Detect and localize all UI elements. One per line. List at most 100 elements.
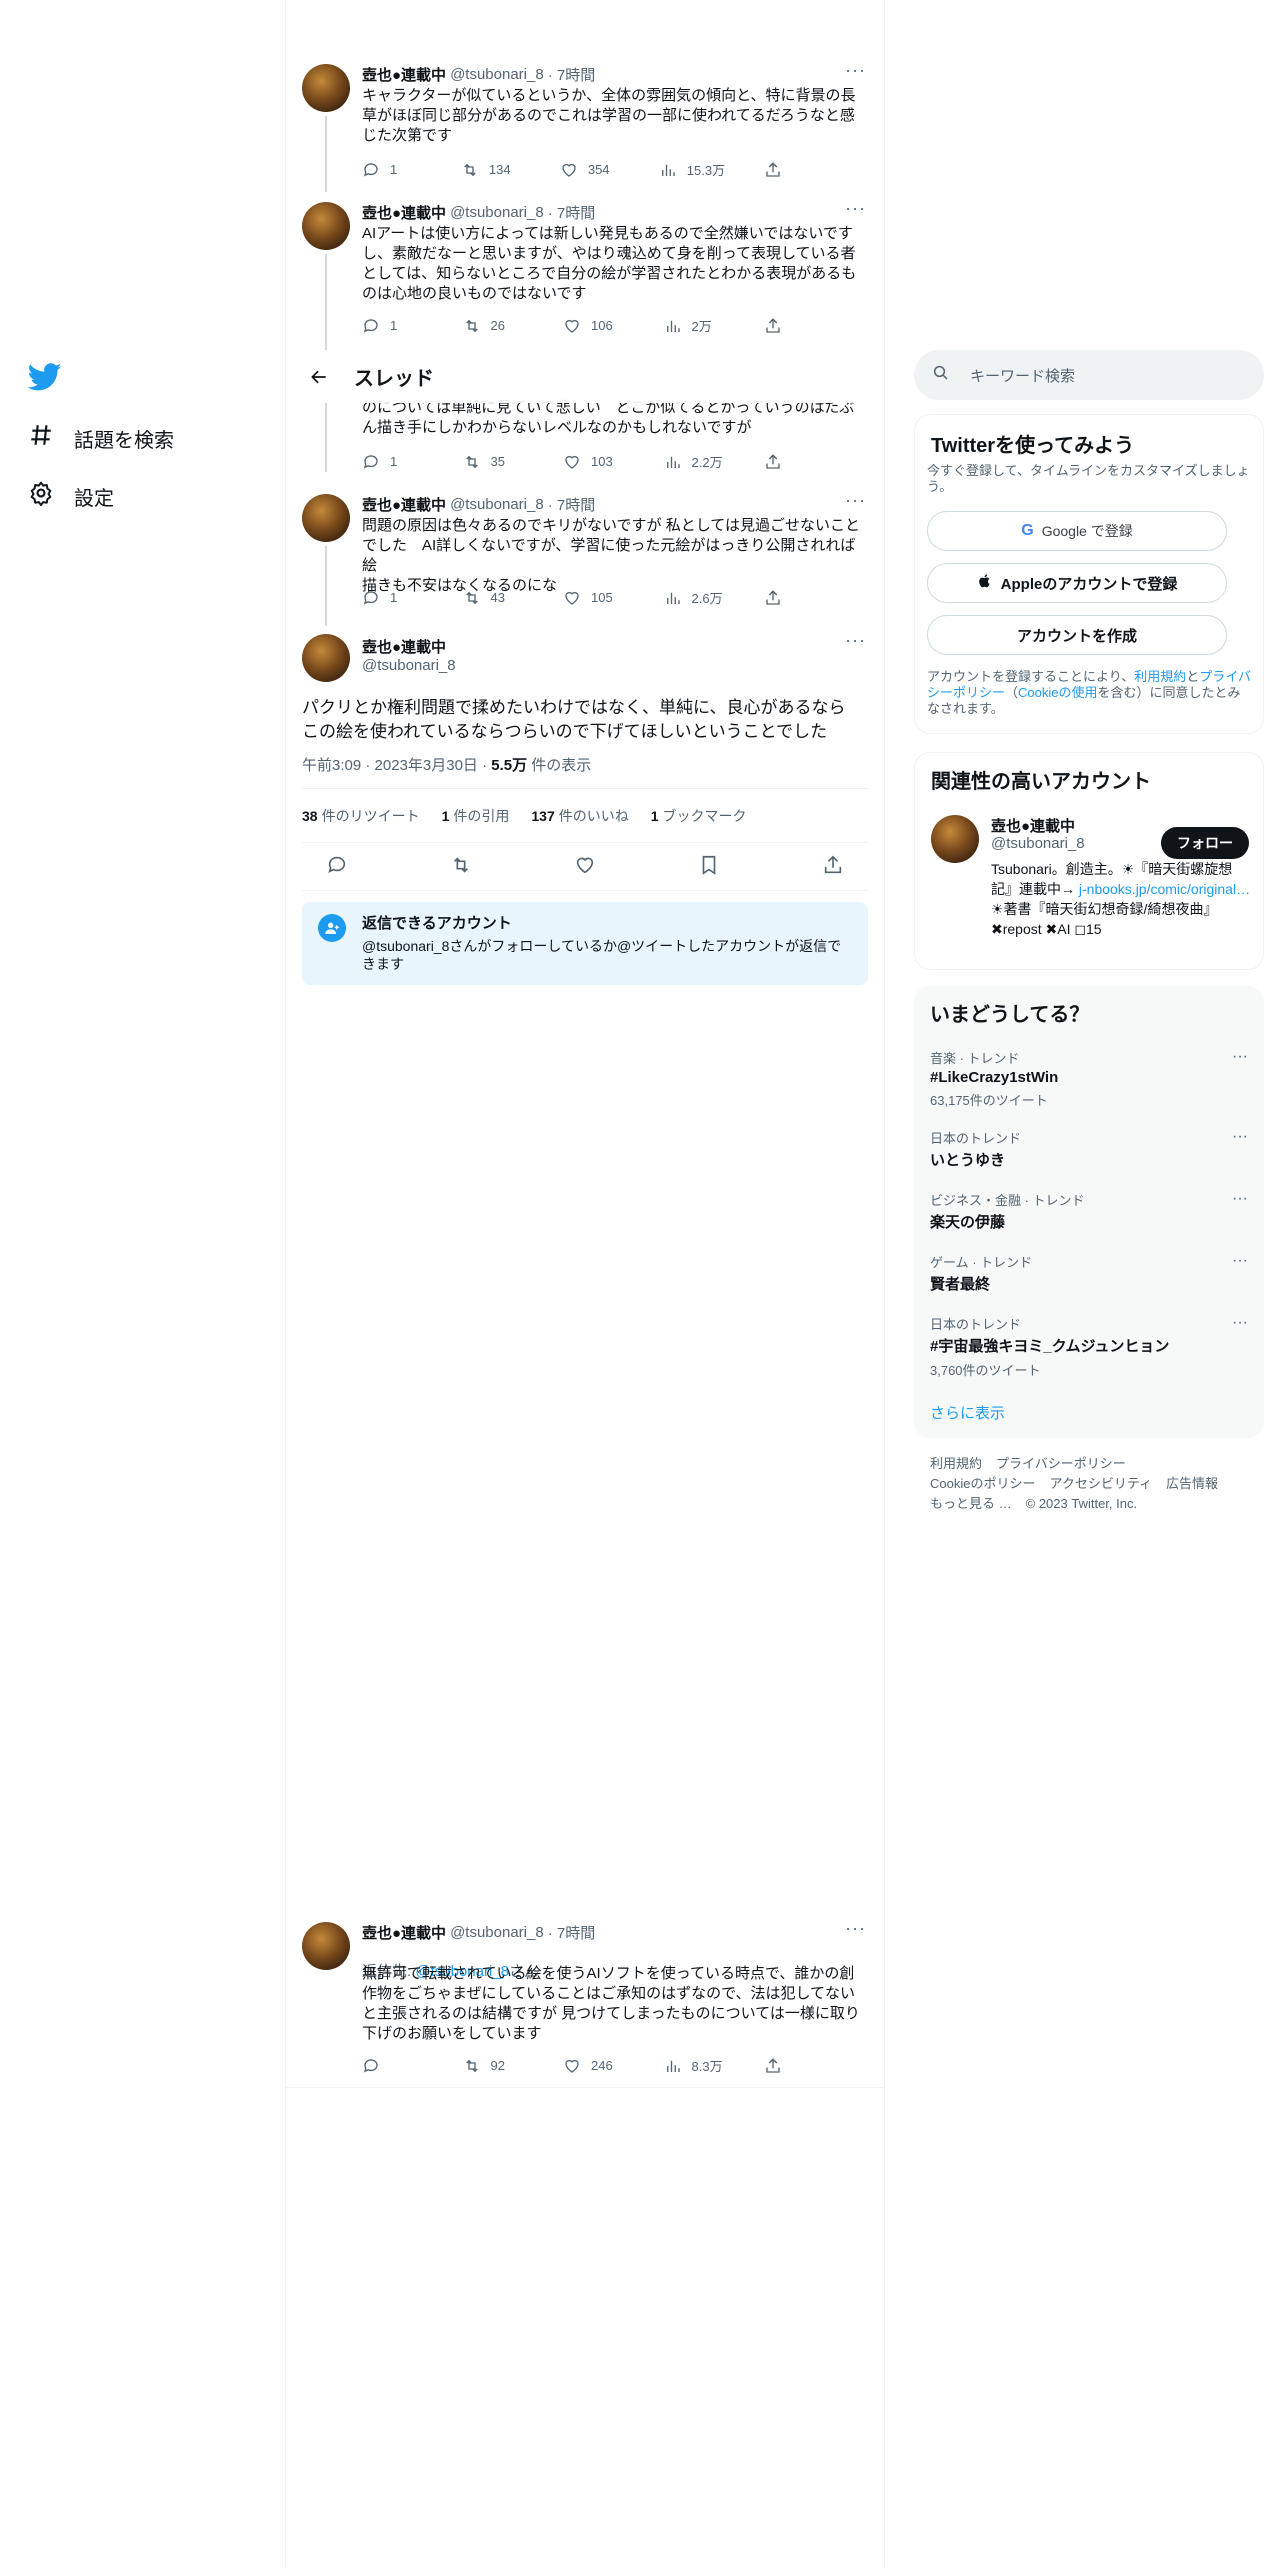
reply-button[interactable]: 1 xyxy=(362,452,422,471)
quote-stat[interactable]: 1 件の引用 xyxy=(442,806,510,826)
more-icon[interactable]: ··· xyxy=(845,490,866,511)
like-button[interactable]: 106 xyxy=(563,316,623,335)
retweet-button[interactable]: 43 xyxy=(463,588,523,607)
thread-tweet-2[interactable]: 壺也●連載中 @tsubonari_8 · 7時間 ··· AIアートは使い方に… xyxy=(286,198,884,350)
trend-item[interactable]: 日本のトレンド #宇宙最強キヨミ_クムジュンヒョン 3,760件のツイート ··… xyxy=(930,1314,1248,1379)
tweet-datetime[interactable]: 午前3:09 · 2023年3月30日 · xyxy=(302,757,491,774)
google-signup-button[interactable]: G Google で登録 xyxy=(927,511,1227,551)
like-button[interactable] xyxy=(574,854,596,881)
retweet-button[interactable]: 26 xyxy=(463,316,523,335)
tweet-time[interactable]: · 7時間 xyxy=(548,202,596,223)
views-button[interactable]: 8.3万 xyxy=(664,2056,724,2075)
views-button[interactable]: 2.6万 xyxy=(664,588,724,607)
like-stat[interactable]: 137 件のいいね xyxy=(531,806,628,826)
reply-button[interactable]: 1 xyxy=(362,588,422,607)
author-handle[interactable]: @tsubonari_8 xyxy=(450,496,544,513)
like-button[interactable]: 354 xyxy=(560,160,620,179)
create-account-button[interactable]: アカウントを作成 xyxy=(927,615,1227,655)
avatar[interactable] xyxy=(302,494,350,542)
trend-item[interactable]: ビジネス・金融 · トレンド 楽天の伊藤 ··· xyxy=(930,1190,1248,1232)
author-name[interactable]: 壺也●連載中 xyxy=(362,64,446,85)
twitter-bird-icon[interactable] xyxy=(27,360,62,394)
footer-terms-link[interactable]: 利用規約 xyxy=(930,1456,982,1471)
related-name[interactable]: 壺也●連載中 xyxy=(991,815,1075,836)
views-button[interactable]: 15.3万 xyxy=(659,160,725,179)
share-icon xyxy=(766,589,780,605)
views-button[interactable]: 2.2万 xyxy=(664,452,724,471)
trend-count: 63,175件のツイート xyxy=(930,1093,1048,1108)
follow-button[interactable]: フォロー xyxy=(1161,827,1249,859)
author-handle[interactable]: @tsubonari_8 xyxy=(450,1924,544,1941)
more-icon[interactable]: ··· xyxy=(1232,1048,1248,1066)
more-icon[interactable]: ··· xyxy=(845,630,866,651)
reply-tweet[interactable]: 壺也●連載中 @tsubonari_8 · 7時間 ··· 返信先: @tsub… xyxy=(286,1918,884,2088)
tweet-time[interactable]: · 7時間 xyxy=(548,1922,596,1943)
hashtag-icon xyxy=(28,422,54,454)
show-more-link[interactable]: さらに表示 xyxy=(930,1402,1005,1423)
share-button[interactable] xyxy=(764,316,824,335)
terms-link[interactable]: 利用規約 xyxy=(1134,669,1186,684)
footer-privacy-link[interactable]: プライバシーポリシー xyxy=(996,1456,1126,1471)
like-button[interactable]: 105 xyxy=(563,588,623,607)
more-icon[interactable]: ··· xyxy=(1232,1314,1248,1332)
trend-item[interactable]: 音楽 · トレンド #LikeCrazy1stWin 63,175件のツイート … xyxy=(930,1048,1248,1109)
trend-item[interactable]: ゲーム · トレンド 賢者最終 ··· xyxy=(930,1252,1248,1294)
share-button[interactable] xyxy=(764,160,824,179)
apple-signup-button[interactable]: Appleのアカウントで登録 xyxy=(927,563,1227,603)
retweet-stat[interactable]: 38 件のリツイート xyxy=(302,806,420,826)
share-button[interactable] xyxy=(822,854,844,881)
avatar[interactable] xyxy=(302,1922,350,1970)
author-handle[interactable]: @tsubonari_8 xyxy=(362,657,456,674)
avatar[interactable] xyxy=(931,815,979,863)
views-button[interactable]: 2万 xyxy=(664,316,724,335)
retweet-button[interactable]: 134 xyxy=(461,160,521,179)
retweet-button[interactable]: 92 xyxy=(463,2056,523,2075)
thread-tweet-3[interactable]: のについては単純に見ていて悲しい どこが似てるとかっていうのはたぶ ん描き手にし… xyxy=(286,398,884,472)
avatar[interactable] xyxy=(302,634,350,682)
back-arrow-icon[interactable] xyxy=(302,360,336,394)
cookie-link[interactable]: Cookieの使用 xyxy=(1018,685,1097,700)
author-name[interactable]: 壺也●連載中 xyxy=(362,494,446,515)
bookmark-button[interactable] xyxy=(698,854,720,881)
footer-cookie-link[interactable]: Cookieのポリシー xyxy=(930,1476,1035,1491)
more-icon[interactable]: ··· xyxy=(1232,1190,1248,1208)
bio-link[interactable]: j-nbooks.jp/comic/original… xyxy=(1079,881,1250,897)
share-button[interactable] xyxy=(764,2056,824,2075)
retweet-button[interactable]: 35 xyxy=(463,452,523,471)
author-name[interactable]: 壺也●連載中 xyxy=(362,1922,446,1943)
retweet-button[interactable] xyxy=(450,854,472,881)
avatar[interactable] xyxy=(302,64,350,112)
author-handle[interactable]: @tsubonari_8 xyxy=(450,204,544,221)
author-handle[interactable]: @tsubonari_8 xyxy=(450,66,544,83)
footer-ads-link[interactable]: 広告情報 xyxy=(1166,1476,1218,1491)
nav-settings[interactable]: 設定 xyxy=(28,480,114,512)
thread-tweet-1[interactable]: 壺也●連載中 @tsubonari_8 · 7時間 ··· キャラクターが似てい… xyxy=(286,60,884,192)
like-button[interactable]: 103 xyxy=(563,452,623,471)
author-name[interactable]: 壺也●連載中 xyxy=(362,636,446,657)
reply-button[interactable]: 1 xyxy=(362,160,422,179)
more-icon[interactable]: ··· xyxy=(845,198,866,219)
more-icon[interactable]: ··· xyxy=(845,60,866,81)
tweet-time[interactable]: · 7時間 xyxy=(548,494,596,515)
share-button[interactable] xyxy=(764,588,824,607)
more-icon[interactable]: ··· xyxy=(1232,1252,1248,1270)
share-button[interactable] xyxy=(764,452,824,471)
more-icon[interactable]: ··· xyxy=(845,1918,866,1939)
more-icon[interactable]: ··· xyxy=(1232,1128,1248,1146)
footer-accessibility-link[interactable]: アクセシビリティ xyxy=(1049,1476,1152,1491)
tweet-time[interactable]: · 7時間 xyxy=(548,64,596,85)
bookmark-stat[interactable]: 1 ブックマーク xyxy=(651,806,747,826)
footer-more-link[interactable]: もっと見る … xyxy=(930,1496,1012,1511)
trend-item[interactable]: 日本のトレンド いとうゆき ··· xyxy=(930,1128,1248,1170)
reply-button[interactable]: 1 xyxy=(362,316,422,335)
thread-tweet-4[interactable]: 壺也●連載中 @tsubonari_8 · 7時間 ··· 問題の原因は色々ある… xyxy=(286,490,884,626)
reply-button[interactable] xyxy=(362,2056,422,2075)
avatar[interactable] xyxy=(302,202,350,250)
like-button[interactable]: 246 xyxy=(563,2056,623,2075)
author-name[interactable]: 壺也●連載中 xyxy=(362,202,446,223)
nav-explore[interactable]: 話題を検索 xyxy=(28,422,174,454)
search-input[interactable]: キーワード検索 xyxy=(914,350,1264,400)
reply-button[interactable] xyxy=(326,854,348,881)
related-handle[interactable]: @tsubonari_8 xyxy=(991,835,1085,852)
bookmark-icon xyxy=(702,855,716,875)
